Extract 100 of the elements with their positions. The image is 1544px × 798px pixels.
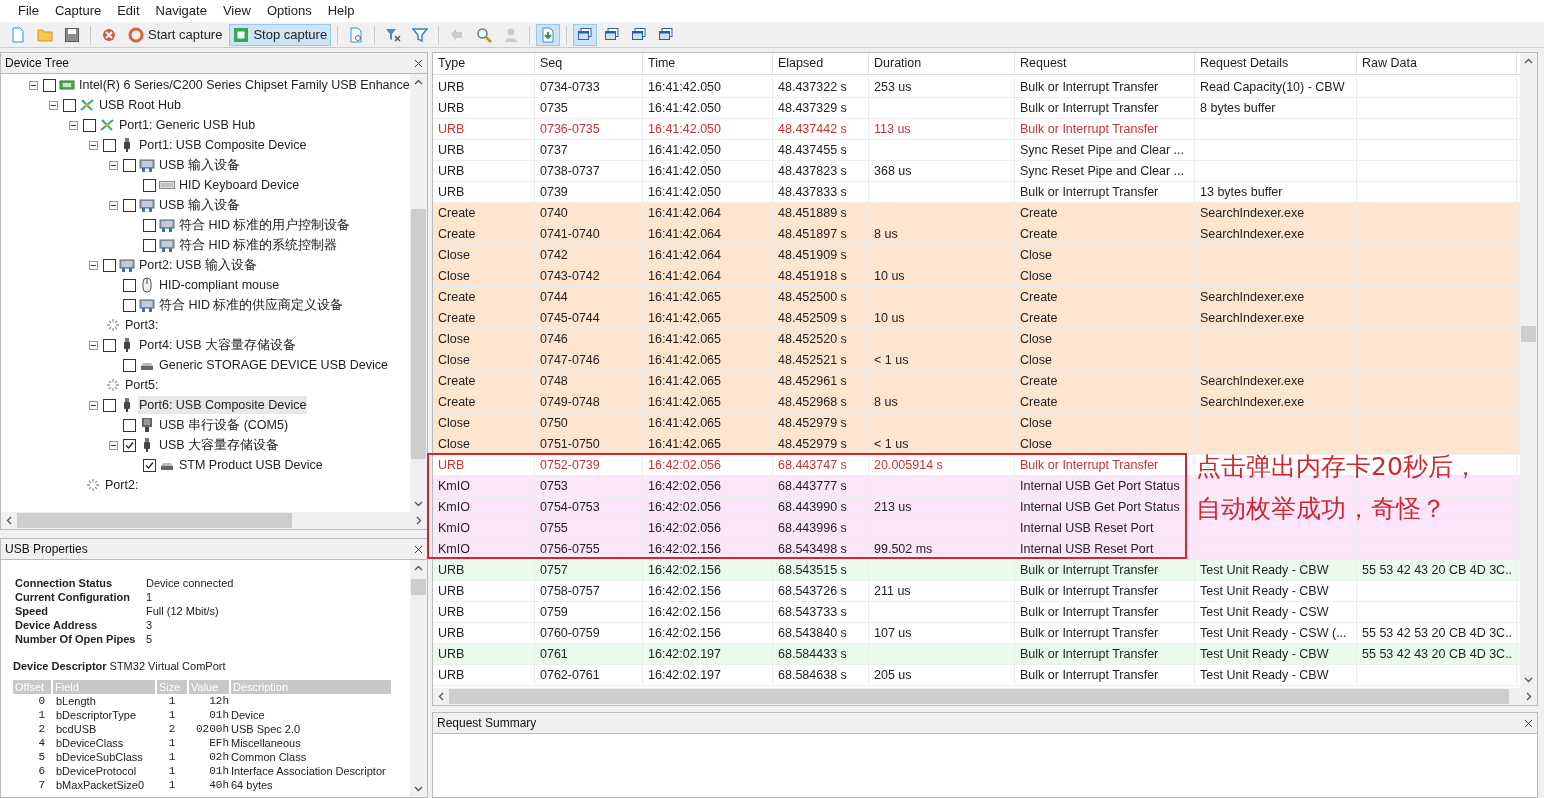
checkbox[interactable] xyxy=(63,98,76,112)
column-header[interactable]: Elapsed xyxy=(773,53,869,74)
menu-item[interactable]: Options xyxy=(260,1,318,21)
tree-item[interactable]: HID-compliant mouse xyxy=(158,275,281,295)
checkbox[interactable] xyxy=(143,178,156,192)
menu-item[interactable]: View xyxy=(216,1,257,21)
scroll-thumb[interactable] xyxy=(411,579,426,595)
collapse-icon[interactable] xyxy=(109,160,118,170)
checkbox[interactable] xyxy=(123,358,136,372)
table-cell-text: 68.543726 s xyxy=(778,582,847,600)
collapse-icon[interactable] xyxy=(89,260,98,270)
scroll-down-icon[interactable] xyxy=(414,501,423,507)
column-header[interactable]: Raw Data xyxy=(1357,53,1517,74)
checkbox[interactable] xyxy=(143,218,156,232)
tree-item[interactable]: Port5: xyxy=(124,375,160,395)
checkbox[interactable] xyxy=(43,78,56,92)
scroll-up-icon[interactable] xyxy=(414,565,423,571)
collapse-icon[interactable] xyxy=(109,200,118,210)
menu-item[interactable]: Edit xyxy=(111,1,146,21)
checkbox[interactable] xyxy=(143,238,156,252)
checkbox[interactable] xyxy=(103,258,116,272)
tree-item[interactable]: Port2: xyxy=(104,475,140,495)
table-cell-text: 0758-0757 xyxy=(540,582,600,600)
vertical-scrollbar[interactable] xyxy=(1520,53,1537,688)
table-cell-text: 7 xyxy=(37,777,46,792)
tree-item[interactable]: Port2: USB 输入设备 xyxy=(138,255,258,275)
checkbox[interactable] xyxy=(123,438,136,452)
scroll-up-icon[interactable] xyxy=(1524,58,1533,64)
menu-item[interactable]: Capture xyxy=(48,1,108,21)
scroll-thumb[interactable] xyxy=(17,513,292,528)
horizontal-scrollbar[interactable] xyxy=(1,512,427,529)
scroll-right-icon[interactable] xyxy=(416,516,422,525)
tree-item[interactable]: Port6: USB Composite Device xyxy=(138,395,308,415)
column-header[interactable]: Type xyxy=(433,53,535,74)
tree-item[interactable]: 符合 HID 标准的用户控制设备 xyxy=(178,215,352,235)
close-icon[interactable] xyxy=(414,544,423,554)
column-header[interactable]: Seq xyxy=(535,53,643,74)
collapse-icon[interactable] xyxy=(89,140,98,150)
tree-item[interactable]: Port1: USB Composite Device xyxy=(138,135,308,155)
tree-item[interactable]: Port1: Generic USB Hub xyxy=(118,115,257,135)
column-header[interactable]: Time xyxy=(643,53,773,74)
table-cell-text: 48.437322 s xyxy=(778,78,847,96)
toolbar-button[interactable]: Start capture xyxy=(124,23,227,46)
checkbox[interactable] xyxy=(123,418,136,432)
table-cell-text: 8 us xyxy=(874,225,898,243)
tree-item[interactable]: USB 输入设备 xyxy=(158,155,242,175)
checkbox[interactable] xyxy=(143,458,156,472)
table-cell-text: 8 us xyxy=(874,393,898,411)
tree-item[interactable]: HID Keyboard Device xyxy=(178,175,301,195)
close-icon[interactable] xyxy=(414,58,423,68)
tree-item[interactable]: Generic STORAGE DEVICE USB Device xyxy=(158,355,389,375)
tree-item[interactable]: USB 串行设备 (COM5) xyxy=(158,415,290,435)
scroll-down-icon[interactable] xyxy=(1524,677,1533,683)
tree-item[interactable]: USB 大容量存储设备 xyxy=(158,435,281,455)
tree-item[interactable]: USB Root Hub xyxy=(98,95,182,115)
menu-item[interactable]: File xyxy=(12,1,45,21)
checkbox[interactable] xyxy=(103,138,116,152)
checkbox[interactable] xyxy=(83,118,96,132)
scroll-up-icon[interactable] xyxy=(414,79,423,85)
menu-item[interactable]: Navigate xyxy=(149,1,213,21)
table-cell-text: Bulk or Interrupt Transfer xyxy=(1020,624,1159,642)
scroll-thumb[interactable] xyxy=(1521,326,1536,342)
vertical-scrollbar[interactable] xyxy=(410,560,427,797)
tree-item[interactable]: STM Product USB Device xyxy=(178,455,324,475)
menu-item[interactable]: Help xyxy=(321,1,361,21)
checkbox[interactable] xyxy=(123,198,136,212)
table-cell-text: URB xyxy=(438,162,465,180)
toolbar-button[interactable]: Stop capture xyxy=(229,23,332,46)
column-header[interactable]: Request xyxy=(1015,53,1195,74)
tree-item[interactable]: 符合 HID 标准的供应商定义设备 xyxy=(158,295,345,315)
collapse-icon[interactable] xyxy=(69,120,78,130)
collapse-icon[interactable] xyxy=(89,400,98,410)
column-header[interactable]: Duration xyxy=(869,53,1015,74)
scroll-thumb[interactable] xyxy=(411,209,426,459)
tree-item[interactable]: Port4: USB 大容量存储设备 xyxy=(138,335,297,355)
scroll-left-icon[interactable] xyxy=(438,692,444,701)
checkbox[interactable] xyxy=(103,398,116,412)
checkbox[interactable] xyxy=(123,298,136,312)
horizontal-scrollbar[interactable] xyxy=(433,688,1537,705)
scroll-down-icon[interactable] xyxy=(414,786,423,792)
checkbox[interactable] xyxy=(123,158,136,172)
collapse-icon[interactable] xyxy=(89,340,98,350)
close-icon[interactable] xyxy=(1524,718,1533,728)
scroll-thumb[interactable] xyxy=(449,689,1509,704)
vertical-scrollbar[interactable] xyxy=(410,74,427,512)
checkbox[interactable] xyxy=(103,338,116,352)
collapse-icon[interactable] xyxy=(109,440,118,450)
collapse-icon[interactable] xyxy=(29,80,38,90)
column-header[interactable]: Request Details xyxy=(1195,53,1357,74)
scroll-right-icon[interactable] xyxy=(1526,692,1532,701)
table-cell-text: KmIO xyxy=(438,477,470,495)
tree-item[interactable]: Intel(R) 6 Series/C200 Series Chipset Family USB Enhance xyxy=(78,75,410,95)
toolbar-button[interactable] xyxy=(573,23,598,46)
scroll-left-icon[interactable] xyxy=(6,516,12,525)
tree-item[interactable]: Port3: xyxy=(124,315,160,335)
tree-item[interactable]: 符合 HID 标准的系统控制器 xyxy=(178,235,339,255)
tree-item[interactable]: USB 输入设备 xyxy=(158,195,242,215)
toolbar-button[interactable] xyxy=(536,23,561,46)
checkbox[interactable] xyxy=(123,278,136,292)
collapse-icon[interactable] xyxy=(49,100,58,110)
